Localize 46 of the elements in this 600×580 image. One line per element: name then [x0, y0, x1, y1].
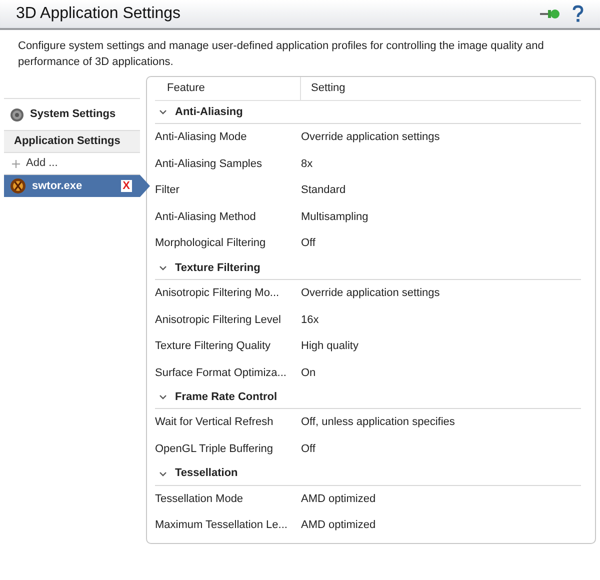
chevron-icon: [159, 109, 167, 115]
feature-cell-text: Anisotropic Filtering Mo...: [155, 286, 280, 302]
feature-cell-text: Morphological Filtering: [155, 236, 267, 252]
setting-cell[interactable]: 16x: [301, 312, 319, 328]
group-header[interactable]: Frame Rate Control: [155, 386, 581, 410]
gear-icon: [10, 108, 24, 122]
app-icon: [10, 178, 26, 194]
group-header[interactable]: Anti-Aliasing: [155, 101, 581, 124]
chevron-icon: [159, 470, 167, 477]
feature-cell-text: OpenGL Triple Buffering: [155, 442, 274, 457]
setting-cell[interactable]: High quality: [301, 338, 358, 355]
column-header[interactable]: Setting: [301, 77, 346, 100]
chevron-icon: [159, 394, 167, 400]
feature-cell-text: Texture Filtering Quality: [155, 339, 272, 354]
setting-cell[interactable]: Off, unless application specifies: [301, 414, 455, 431]
feature-cell-text: Wait for Vertical Refresh: [155, 415, 274, 430]
setting-cell[interactable]: Off: [301, 440, 316, 458]
setting-cell[interactable]: Standard: [301, 182, 346, 199]
help-icon[interactable]: [572, 5, 584, 23]
pin-icon[interactable]: [540, 8, 560, 20]
feature-cell-text: Filter: [155, 183, 180, 198]
chevron-icon: [159, 264, 167, 271]
feature-cell-text: Maximum Tessellation Le...: [155, 518, 288, 534]
group-header[interactable]: Texture Filtering: [155, 256, 581, 280]
feature-cell-text: Anti-Aliasing Mode: [155, 130, 248, 146]
feature-cell-text: Anti-Aliasing Method: [155, 210, 257, 225]
plus-icon: [12, 160, 20, 168]
feature-cell-text: Anisotropic Filtering Level: [155, 312, 282, 328]
feature-cell-text: Tessellation Mode: [155, 492, 244, 507]
group-header[interactable]: Tessellation: [155, 462, 581, 486]
setting-cell[interactable]: Multisampling: [301, 208, 368, 226]
feature-cell-text: Surface Format Optimiza...: [155, 366, 288, 381]
setting-cell[interactable]: On: [301, 364, 316, 382]
remove-button[interactable]: X: [120, 180, 132, 192]
setting-cell[interactable]: 8x: [301, 156, 313, 172]
setting-cell[interactable]: Override application settings: [301, 285, 440, 302]
selection-arrow: [140, 175, 150, 197]
page-description: Configure system settings and manage user-defined application profiles for controlling the image quality and performance of 3D applications.: [18, 39, 545, 70]
setting-cell[interactable]: AMD optimized: [301, 490, 376, 508]
setting-cell[interactable]: AMD optimized: [301, 517, 376, 534]
setting-cell[interactable]: Override application settings: [301, 129, 440, 146]
feature-cell-text: Anti-Aliasing Samples: [155, 156, 263, 172]
page-title: 3D Application Settings: [16, 4, 182, 24]
column-header[interactable]: Feature: [155, 77, 301, 100]
section-heading: Application Settings: [4, 131, 140, 153]
setting-cell[interactable]: Off: [301, 235, 316, 252]
